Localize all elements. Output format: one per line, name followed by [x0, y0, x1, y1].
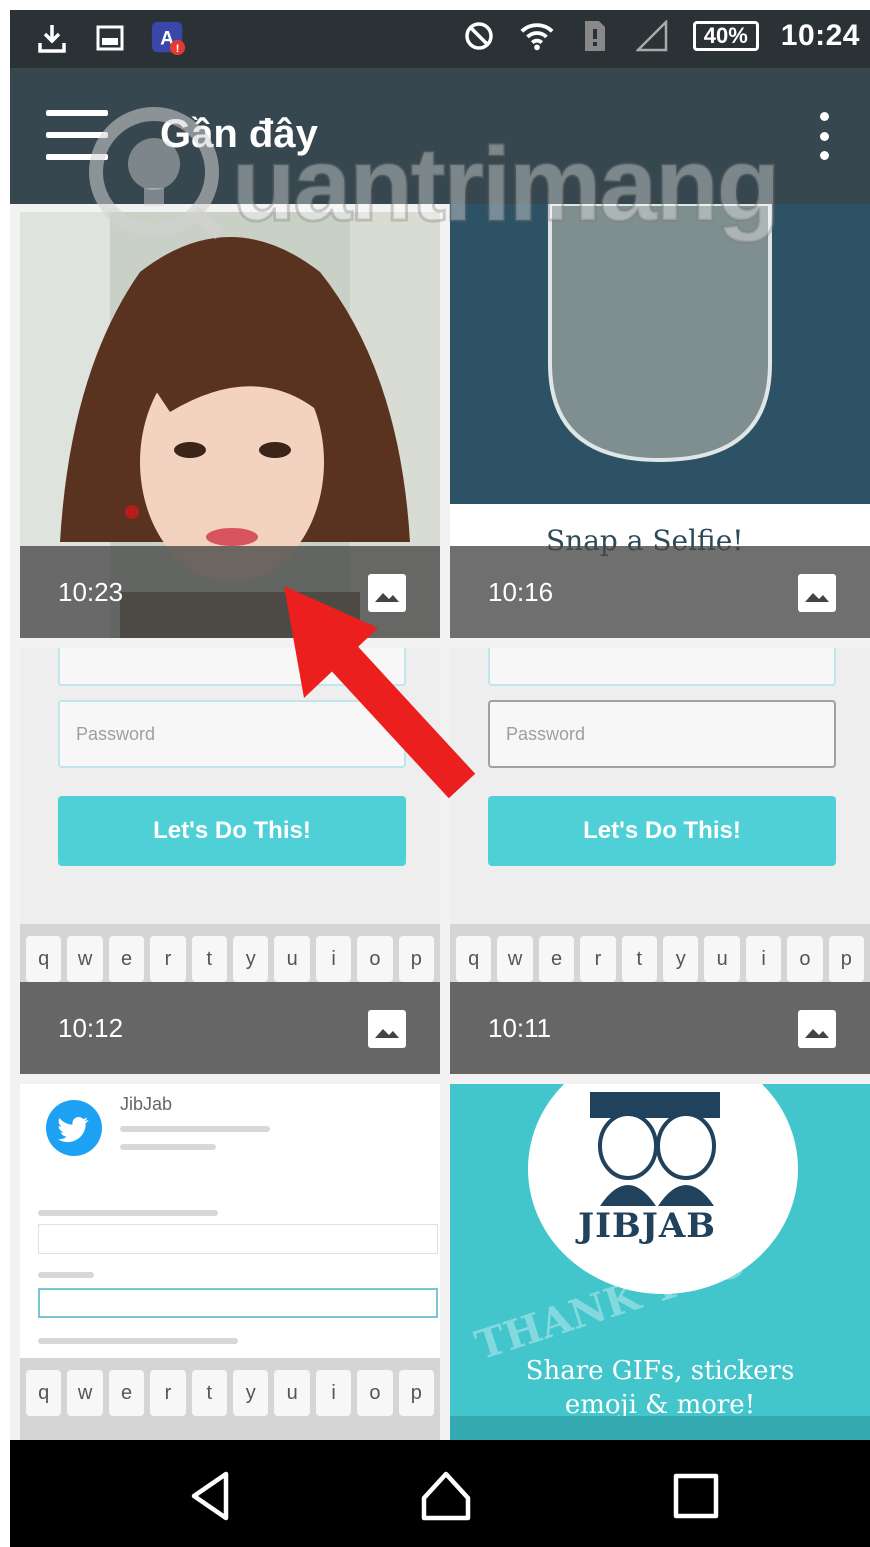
key-o: o — [357, 936, 393, 982]
recent-image-tile[interactable]: Password Let's Do This! q w e r t y u i … — [450, 648, 870, 1074]
key-e: e — [108, 1370, 145, 1416]
key-i: i — [315, 1370, 352, 1416]
app-name: JibJab — [120, 1094, 173, 1114]
recent-image-tile[interactable]: JibJab q w e r t y u i o p — [20, 1084, 440, 1440]
password-field-preview: Password — [58, 700, 406, 768]
recents-icon[interactable] — [666, 1466, 726, 1526]
back-icon[interactable] — [180, 1466, 240, 1526]
recent-image-tile[interactable]: 10:23 — [20, 212, 440, 638]
download-icon — [34, 20, 70, 56]
key-q: q — [456, 936, 492, 982]
key-u: u — [704, 936, 740, 982]
image-icon — [368, 574, 406, 612]
key-r: r — [150, 1370, 186, 1416]
key-w: w — [67, 1370, 103, 1416]
image-icon — [798, 574, 836, 612]
selfie-illustration — [450, 204, 870, 504]
key-t: t — [191, 1370, 228, 1416]
tile-timestamp: 10:12 — [58, 1013, 124, 1043]
key-p: p — [398, 936, 435, 982]
key-i: i — [745, 936, 782, 982]
tile-timestamp: 10:23 — [58, 577, 124, 607]
key-y: y — [233, 936, 269, 982]
key-t: t — [191, 936, 228, 982]
battery-indicator: 40% — [692, 21, 759, 51]
app-notification-icon: A! — [150, 20, 186, 56]
username-field-preview — [38, 1224, 438, 1254]
key-u: u — [274, 936, 310, 982]
key-e: e — [108, 936, 145, 982]
email-field-preview — [488, 648, 836, 686]
page-title: Gần đây — [160, 112, 318, 156]
key-r: r — [150, 936, 186, 982]
image-icon — [368, 1010, 406, 1048]
status-bar: A! 40% 10:24 — [10, 10, 870, 68]
key-y: y — [663, 936, 699, 982]
lets-do-this-button-preview: Let's Do This! — [488, 796, 836, 866]
password-field-preview — [38, 1288, 438, 1318]
lets-do-this-button-preview: Let's Do This! — [58, 796, 406, 866]
email-field-preview — [58, 648, 406, 686]
password-placeholder: Password — [506, 724, 586, 744]
key-o: o — [787, 936, 823, 982]
key-q: q — [26, 1370, 62, 1416]
key-w: w — [497, 936, 533, 982]
recent-image-tile[interactable]: Snap a Selfie! 10:16 — [450, 204, 870, 638]
keyboard-preview: q w e r t y u i o p — [20, 1358, 440, 1440]
key-p: p — [828, 936, 865, 982]
recent-images-grid: 10:23 Snap a Selfie! 10:16 Password Let'… — [10, 204, 870, 1440]
sim-icon — [577, 18, 613, 54]
navigation-bar — [10, 1440, 870, 1547]
key-q: q — [26, 936, 62, 982]
key-t: t — [621, 936, 658, 982]
tagline-line-1: Share GIFs, stickers — [525, 1356, 795, 1386]
key-i: i — [315, 936, 352, 982]
status-clock: 10:24 — [780, 19, 860, 52]
key-w: w — [67, 936, 103, 982]
phone-screen: A! 40% 10:24 Gần đây uantrimang 10:23 Sn… — [0, 0, 870, 1547]
key-r: r — [580, 936, 616, 982]
tile-timestamp: 10:11 — [488, 1013, 552, 1043]
jibjab-brand: JIBJAB — [578, 1206, 716, 1246]
more-vert-icon[interactable] — [814, 112, 834, 160]
home-icon[interactable] — [416, 1466, 476, 1526]
key-u: u — [274, 1370, 310, 1416]
password-placeholder: Password — [76, 724, 156, 744]
do-not-disturb-icon — [461, 18, 497, 54]
tile-timestamp: 10:16 — [488, 577, 554, 607]
wifi-icon — [519, 18, 555, 54]
password-field-preview: Password — [488, 700, 836, 768]
app-bar: Gần đây — [10, 68, 870, 204]
key-p: p — [398, 1370, 435, 1416]
twitter-badge-icon — [46, 1100, 102, 1156]
image-icon — [798, 1010, 836, 1048]
recent-image-tile[interactable]: JIBJAB THANK YOU Share GIFs, stickers em… — [450, 1084, 870, 1440]
svg-text:!: ! — [176, 43, 180, 55]
gallery-icon — [92, 20, 128, 56]
key-e: e — [538, 936, 575, 982]
signal-icon — [635, 18, 671, 54]
recent-image-tile[interactable]: Password Let's Do This! q w e r t y u i … — [20, 648, 440, 1074]
jibjab-faces-illustration — [590, 1092, 720, 1206]
key-o: o — [357, 1370, 393, 1416]
key-y: y — [233, 1370, 269, 1416]
hamburger-menu-icon[interactable] — [46, 110, 108, 160]
